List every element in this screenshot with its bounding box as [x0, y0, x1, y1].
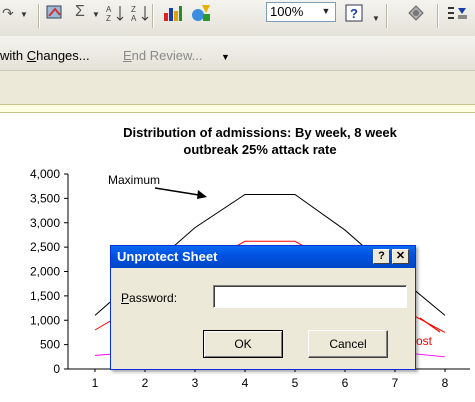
- x-tick-label: 8: [442, 376, 449, 390]
- x-tick-label: 6: [342, 376, 349, 390]
- svg-text:Z: Z: [106, 14, 111, 22]
- zoom-value: 100%: [270, 4, 304, 19]
- reply-prefix: with: [0, 48, 27, 63]
- zoom-dropdown-icon[interactable]: ▼: [318, 3, 334, 20]
- reply-accel: C: [26, 48, 37, 63]
- password-input[interactable]: [213, 285, 407, 308]
- redo-icon[interactable]: ↷: [2, 5, 14, 22]
- y-tick-label: 1,000: [30, 313, 60, 327]
- drawing-icon[interactable]: [45, 4, 65, 25]
- toolbar-separator: [437, 4, 439, 28]
- end-review-rest: nd Review...: [131, 48, 203, 63]
- chart-title: Distribution of admissions: By week, 8 w…: [60, 124, 460, 158]
- password-accel: P: [121, 291, 130, 305]
- toolbar-options-icon[interactable]: ▼: [221, 52, 230, 62]
- help-icon[interactable]: ?: [344, 3, 366, 26]
- x-tick-label: 4: [242, 376, 249, 390]
- drawing-tools-icon[interactable]: [190, 3, 212, 26]
- research-icon[interactable]: [405, 3, 427, 26]
- sum-dropdown-icon[interactable]: ▼: [92, 10, 100, 19]
- x-tick-label: 5: [292, 376, 299, 390]
- y-tick-label: 2,000: [30, 265, 60, 279]
- sort-descending-icon[interactable]: ZA: [131, 4, 151, 25]
- x-tick-label: 2: [142, 376, 149, 390]
- maximum-annotation: Maximum: [108, 173, 160, 187]
- right-annotation: ost: [416, 334, 433, 348]
- chart-title-line-1: Distribution of admissions: By week, 8 w…: [123, 125, 397, 140]
- y-tick-label: 1,500: [30, 289, 60, 303]
- y-tick-label: 2,500: [30, 240, 60, 254]
- reply-rest: hanges...: [36, 48, 90, 63]
- help-dropdown-icon[interactable]: ▼: [372, 14, 380, 23]
- password-rest: assword:: [129, 291, 178, 305]
- sort-ascending-icon[interactable]: AZ: [106, 4, 126, 25]
- standard-toolbar: ↷ ▼ Σ ▼ AZ ZA 100% ▼ ? ▼: [0, 0, 475, 37]
- end-review-accel: E: [123, 48, 132, 63]
- y-tick-label: 4,000: [30, 167, 60, 181]
- x-tick-label: 7: [392, 376, 399, 390]
- svg-text:A: A: [106, 5, 112, 14]
- chart-wizard-icon[interactable]: [162, 3, 184, 26]
- y-tick-label: 0: [53, 362, 60, 376]
- y-tick-label: 500: [40, 338, 60, 352]
- chart-title-line-2: outbreak 25% attack rate: [183, 142, 337, 157]
- y-tick-label: 3,500: [30, 191, 60, 205]
- info-bar: [0, 104, 475, 113]
- unprotect-sheet-dialog: Unprotect Sheet ? ✕ Password: OK Cancel: [110, 245, 416, 370]
- redo-dropdown-icon[interactable]: ▼: [20, 10, 28, 19]
- svg-text:A: A: [131, 14, 137, 22]
- svg-text:?: ?: [350, 6, 358, 21]
- cancel-button[interactable]: Cancel: [308, 330, 388, 358]
- dialog-title: Unprotect Sheet: [117, 249, 218, 264]
- right-annotation-arrow: [419, 317, 441, 333]
- close-button[interactable]: ✕: [392, 249, 409, 264]
- svg-text:Z: Z: [131, 5, 136, 14]
- toolbar-separator: [38, 4, 40, 28]
- reviewing-toolbar: with Changes... End Review... ▼: [0, 36, 475, 71]
- end-review-button[interactable]: End Review...: [123, 48, 203, 63]
- ok-button[interactable]: OK: [203, 330, 283, 358]
- x-tick-label: 3: [192, 376, 199, 390]
- reply-with-changes-button[interactable]: with Changes...: [0, 48, 90, 63]
- y-tick-label: 3,000: [30, 216, 60, 230]
- password-label: Password:: [121, 291, 177, 305]
- toolbar-separator: [386, 4, 388, 28]
- toolbar-separator: [152, 4, 154, 28]
- format-icon[interactable]: [446, 4, 470, 25]
- help-button[interactable]: ?: [373, 249, 390, 264]
- x-tick-label: 1: [92, 376, 99, 390]
- maximum-arrowhead: [197, 190, 207, 199]
- dialog-titlebar[interactable]: Unprotect Sheet ? ✕: [111, 246, 415, 268]
- sum-icon[interactable]: Σ: [75, 3, 85, 21]
